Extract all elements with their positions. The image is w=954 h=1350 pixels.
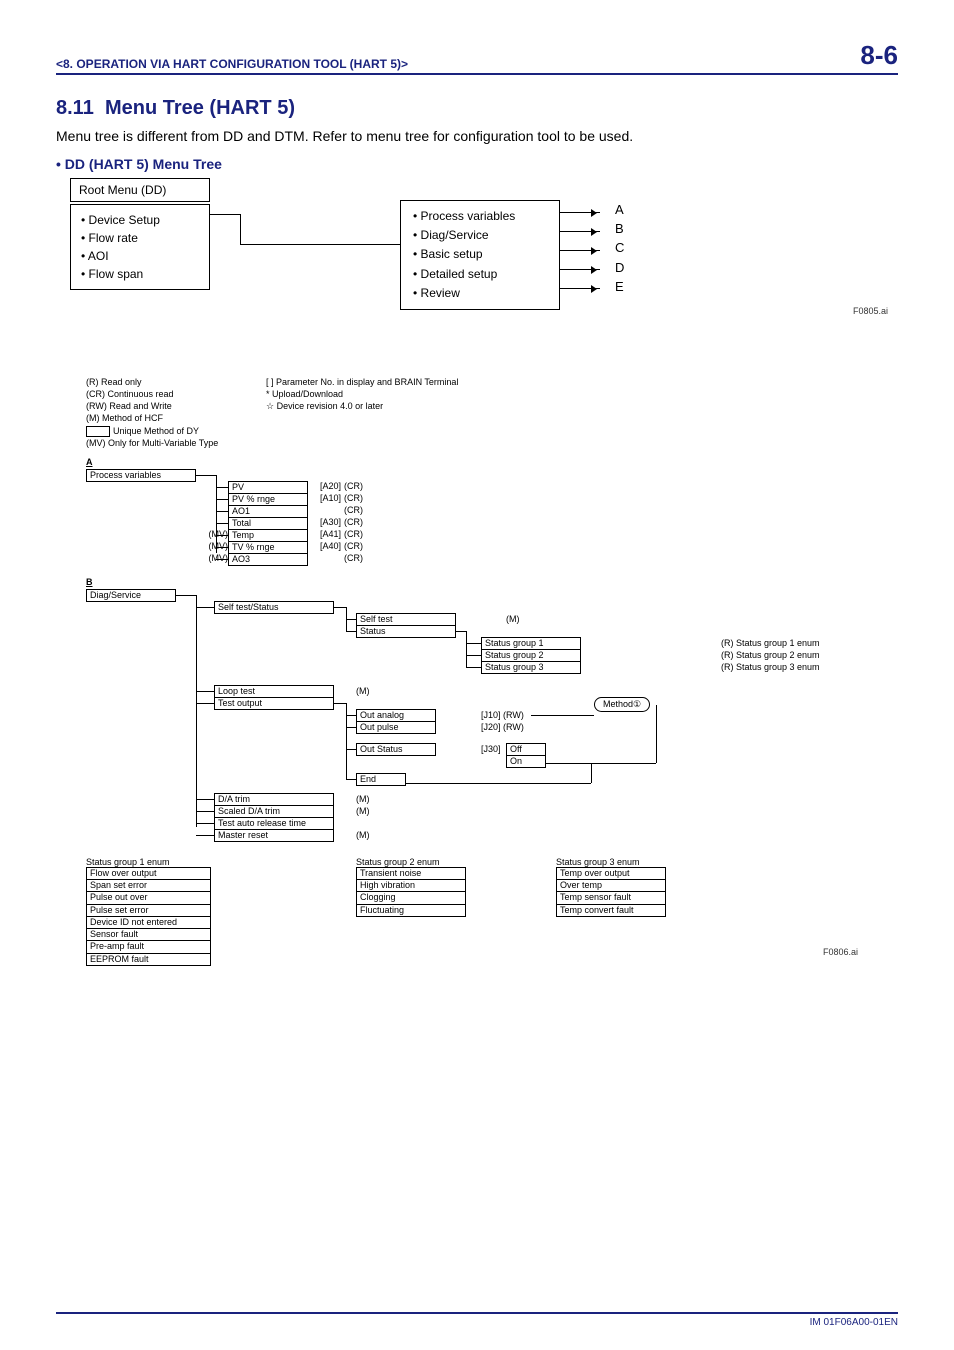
root-menu-items: • Device Setup• Flow rate• AOI• Flow spa…: [70, 204, 210, 290]
chapter-title: <8. OPERATION VIA HART CONFIGURATION TOO…: [56, 57, 408, 71]
section-a-tree: A Process variables PV[A20](CR)PV % rnge…: [86, 457, 898, 577]
figure-label-bottom: F0806.ai: [823, 947, 858, 957]
figure-label-top: F0805.ai: [853, 306, 888, 316]
section-heading: 8.11 Menu Tree (HART 5): [56, 97, 898, 120]
section-b-tree: B Diag/Service Self test/Status Self tes…: [86, 577, 898, 997]
method-bubble: Method①: [594, 697, 650, 712]
page-number: 8-6: [860, 40, 898, 71]
root-menu-title: Root Menu (DD): [70, 178, 210, 202]
status-group-3-enum: Status group 3 enum Temp over outputOver…: [556, 857, 666, 917]
section-letters: ABCDE: [615, 200, 624, 296]
dd-subheading: • DD (HART 5) Menu Tree: [56, 156, 898, 172]
device-setup-items: • Process variables• Diag/Service• Basic…: [400, 200, 560, 310]
legend: (R) Read only(CR) Continuous read(RW) Re…: [86, 376, 898, 449]
menu-tree-top-diagram: Root Menu (DD) • Device Setup• Flow rate…: [70, 178, 898, 368]
status-group-2-enum: Status group 2 enum Transient noiseHigh …: [356, 857, 466, 917]
footer-doc-id: IM 01F06A00-01EN: [56, 1312, 898, 1328]
intro-text: Menu tree is different from DD and DTM. …: [56, 128, 898, 144]
status-group-1-enum: Status group 1 enum Flow over outputSpan…: [86, 857, 211, 966]
unique-method-box-icon: [86, 426, 110, 437]
